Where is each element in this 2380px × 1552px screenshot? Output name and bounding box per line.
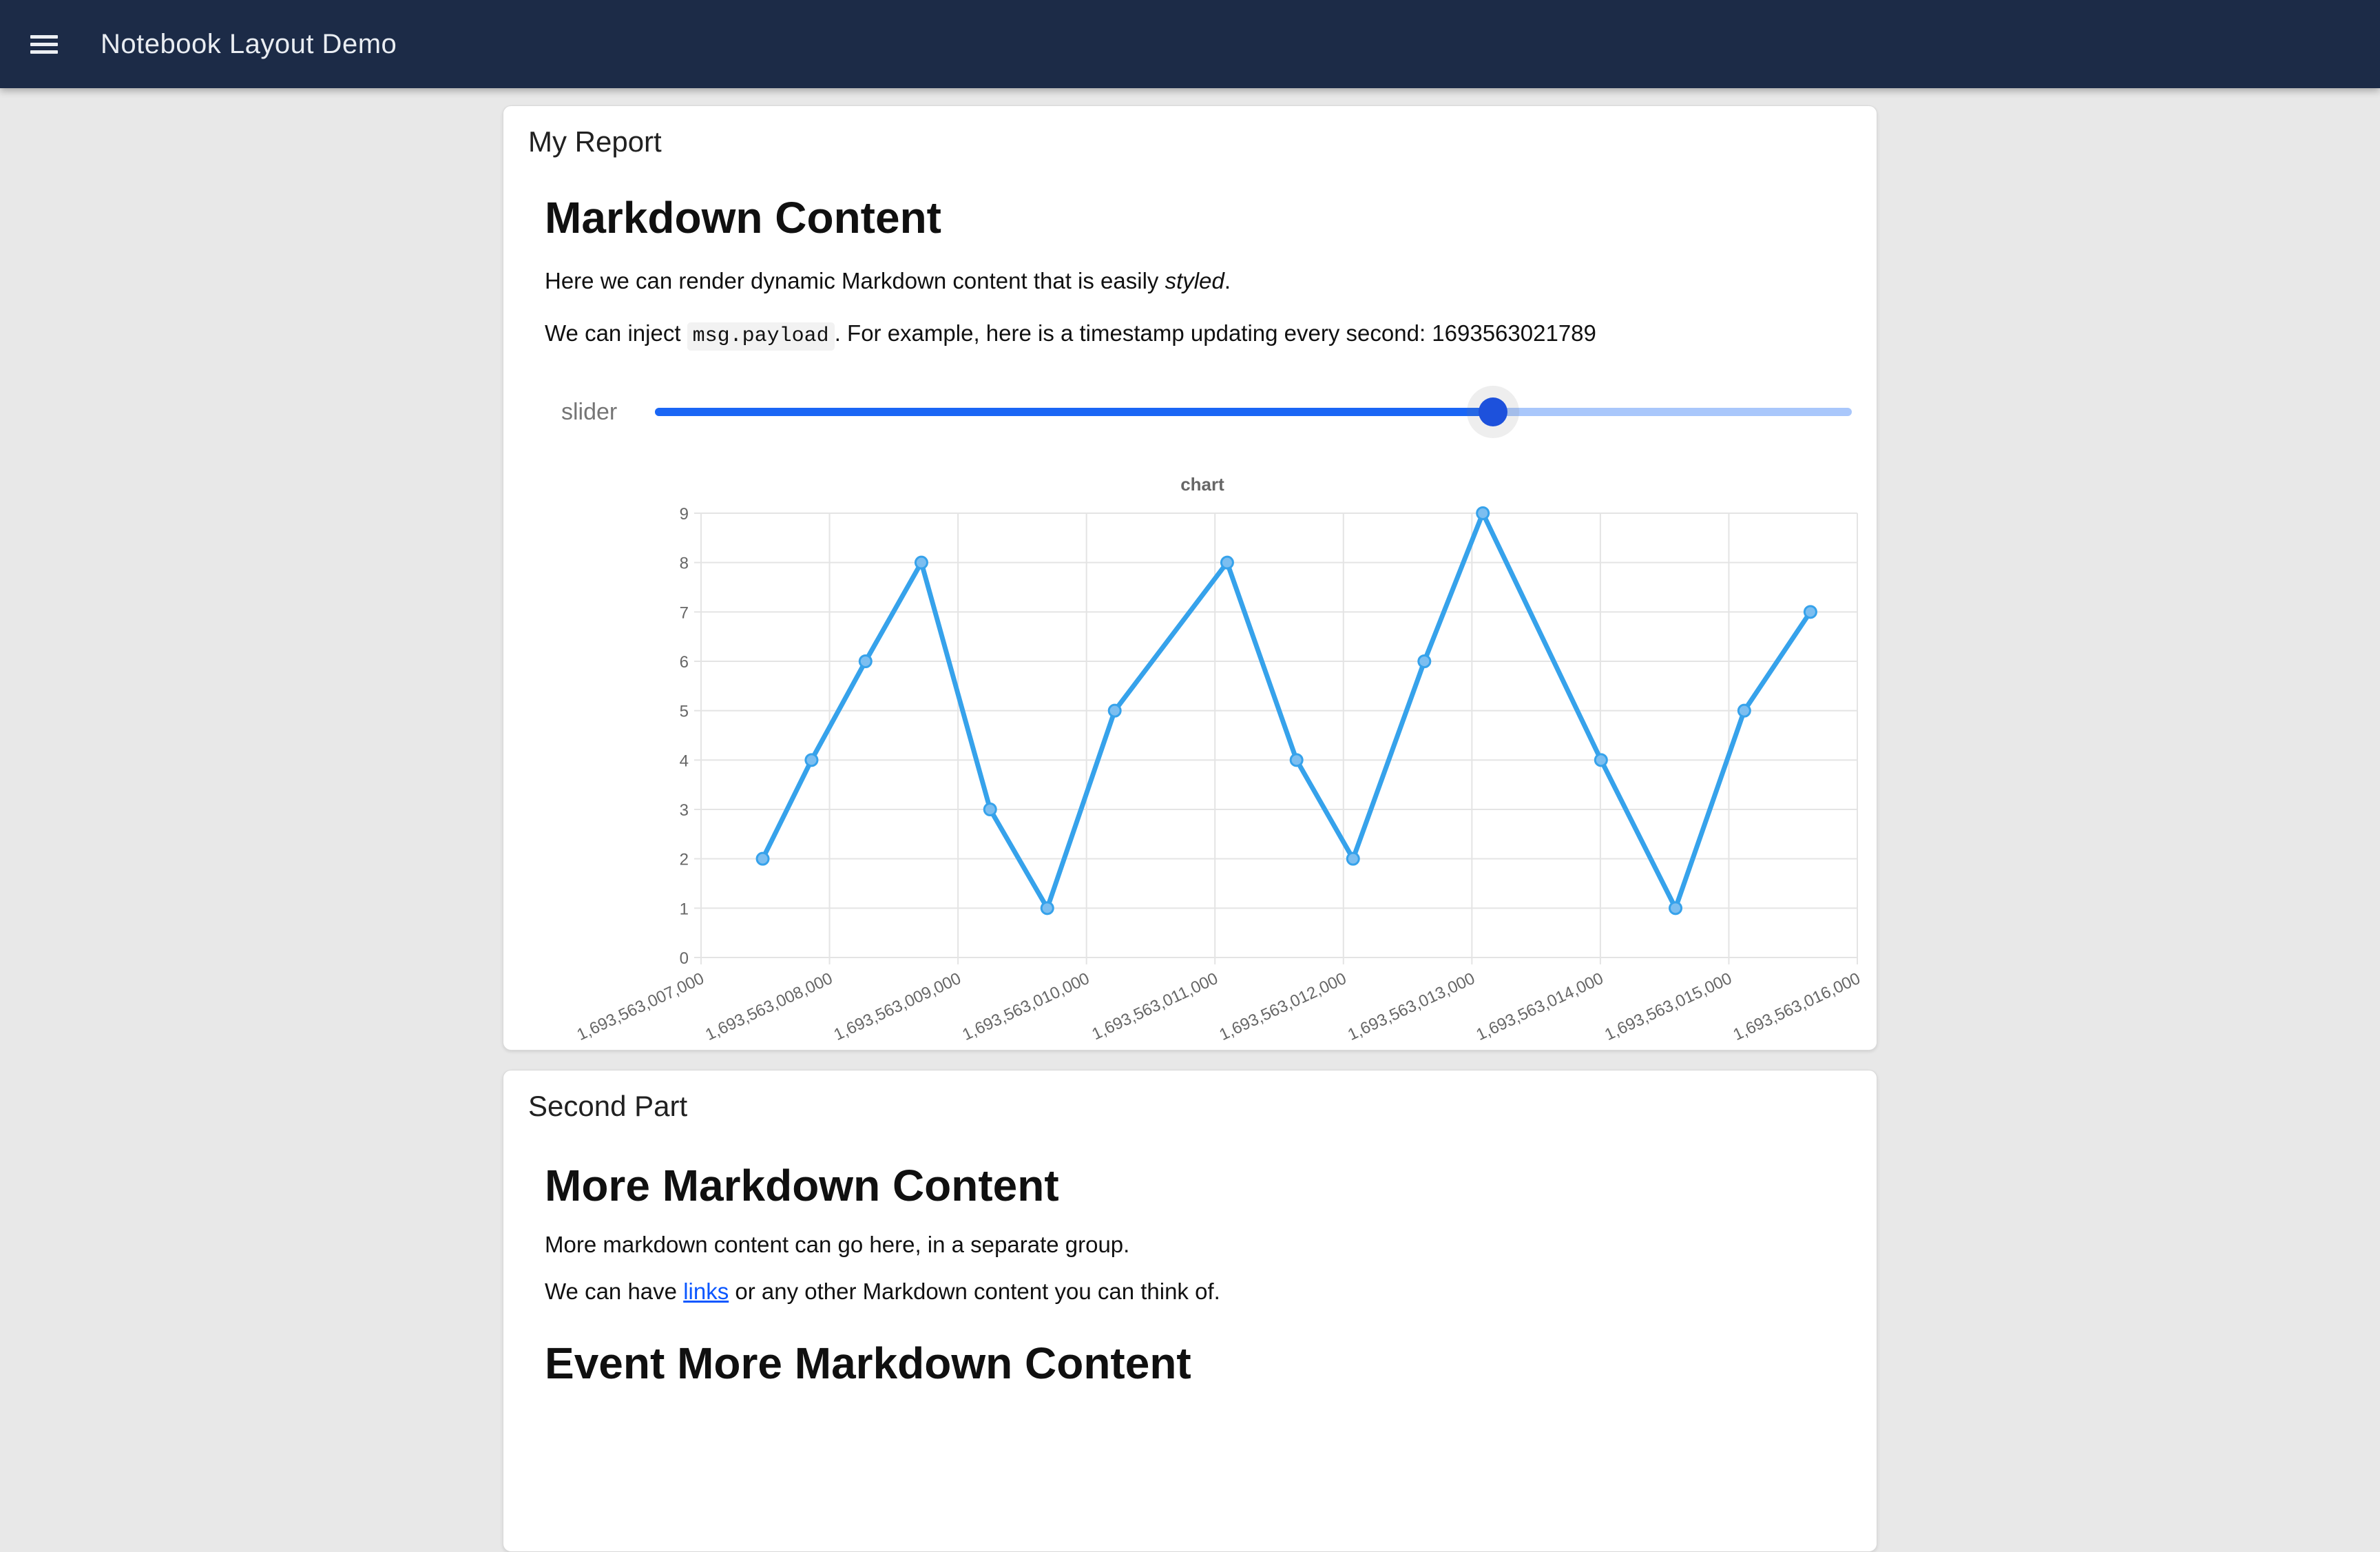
svg-text:1,693,563,009,000: 1,693,563,009,000 [831,969,964,1044]
slider-track-fill [655,408,1493,416]
inline-code-chip: msg.payload [687,322,835,351]
svg-text:1,693,563,015,000: 1,693,563,015,000 [1602,969,1735,1044]
app-bar: Notebook Layout Demo [0,0,2380,88]
report-card-title: My Report [528,125,1852,158]
svg-text:9: 9 [680,505,689,524]
svg-text:1,693,563,014,000: 1,693,563,014,000 [1474,969,1607,1044]
paragraph-text: Here we can render dynamic Markdown cont… [545,268,1165,293]
svg-text:1: 1 [680,900,689,918]
markdown-block: Markdown Content Here we can render dyna… [545,193,1852,353]
svg-text:1,693,563,013,000: 1,693,563,013,000 [1345,969,1478,1044]
svg-text:1,693,563,016,000: 1,693,563,016,000 [1731,969,1864,1044]
svg-text:1,693,563,008,000: 1,693,563,008,000 [702,969,835,1044]
svg-text:5: 5 [680,703,689,721]
svg-text:chart: chart [1180,474,1224,495]
slider-widget: slider [528,387,1852,437]
markdown-block-2: More Markdown Content More markdown cont… [545,1161,1852,1388]
italic-text: styled [1165,268,1224,293]
svg-text:8: 8 [680,555,689,573]
slider-label: slider [561,399,627,426]
svg-text:1,693,563,007,000: 1,693,563,007,000 [574,969,707,1044]
svg-text:1,693,563,010,000: 1,693,563,010,000 [959,969,1092,1044]
second-card-title: Second Part [528,1090,1852,1123]
slider-track[interactable] [655,387,1852,437]
svg-text:1,693,563,011,000: 1,693,563,011,000 [1089,969,1221,1044]
second-card: Second Part More Markdown Content More m… [503,1070,1877,1552]
svg-text:1,693,563,012,000: 1,693,563,012,000 [1216,969,1349,1044]
svg-text:2: 2 [680,851,689,869]
line-chart[interactable]: 1,693,563,007,0001,693,563,008,0001,693,… [545,468,1860,1030]
markdown-link[interactable]: links [683,1279,729,1304]
markdown-heading: Markdown Content [545,193,1852,242]
svg-text:7: 7 [680,603,689,622]
svg-text:3: 3 [680,801,689,820]
paragraph-text: or any other Markdown content you can th… [729,1279,1220,1304]
paragraph-text: . [1224,268,1231,293]
markdown-heading-3: Event More Markdown Content [545,1338,1852,1388]
menu-hamburger-icon[interactable] [12,12,76,76]
markdown-paragraph-1: Here we can render dynamic Markdown cont… [545,265,1852,298]
paragraph-text: . For example, here is a timestamp updat… [835,320,1432,346]
svg-text:0: 0 [680,949,689,968]
svg-text:4: 4 [680,752,689,770]
app-title: Notebook Layout Demo [101,29,397,60]
svg-text:6: 6 [680,653,689,672]
markdown-paragraph-3: More markdown content can go here, in a … [545,1228,1852,1261]
report-card: My Report Markdown Content Here we can r… [503,105,1877,1051]
paragraph-text: We can have [545,1279,683,1304]
slider-thumb[interactable] [1479,397,1507,426]
timestamp-value: 1693563021789 [1432,320,1596,346]
paragraph-text: We can inject [545,320,687,346]
markdown-paragraph-2: We can inject msg.payload. For example, … [545,317,1852,353]
markdown-paragraph-4: We can have links or any other Markdown … [545,1275,1852,1308]
chart-widget: 1,693,563,007,0001,693,563,008,0001,693,… [545,468,1852,1030]
markdown-heading-2: More Markdown Content [545,1161,1852,1210]
